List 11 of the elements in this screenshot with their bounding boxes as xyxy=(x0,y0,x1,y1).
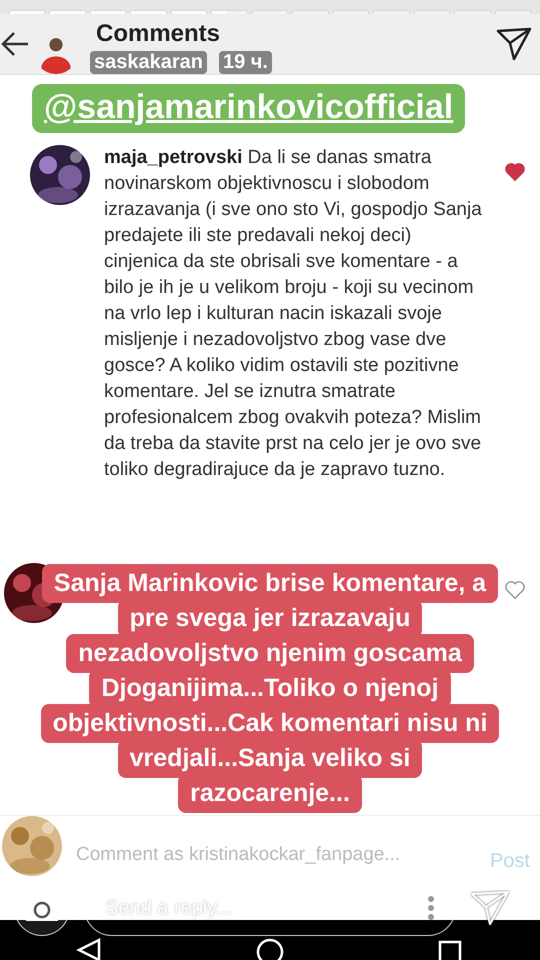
more-icon[interactable] xyxy=(427,895,435,921)
heart-icon[interactable] xyxy=(504,579,526,601)
comment-input-field[interactable]: Comment as kristinakockar_fanpage... xyxy=(76,826,476,866)
post-button[interactable]: Post xyxy=(490,820,530,872)
story-username[interactable]: saskakaran xyxy=(90,51,207,74)
heart-icon[interactable] xyxy=(504,161,526,183)
comment-text: maja_petrovski Da li se danas smatra novinarskom objektivnoscu i slobodom izrazavanja (i sve ono sto Vi, gospodjo Sanja predajete ili ste predavali nekoj deci) cinjenica da ste obrisali sve komentare - a bilo je ih je u velikom broju - koji su vecinom na vrlo lep i kulturan nacin iskazali svoje misljenje i nezadovoljstvo zbog vase dve gosce? A koliko vidim ostavili ste pozitivne komentare. Jel se iznutra smatrate profesionalcem zbog ovakvih poteza? Mislim da treba da stavite prst na celo jer je ovo sve toliko degradirajuce da je zapravo tuzno. xyxy=(104,146,483,482)
send-icon[interactable] xyxy=(496,27,532,61)
story-time: 19 ч. xyxy=(218,51,272,74)
mention-sticker[interactable]: @sanjamarinkovicofficial xyxy=(32,84,466,133)
screen-title: Comments xyxy=(96,20,220,48)
